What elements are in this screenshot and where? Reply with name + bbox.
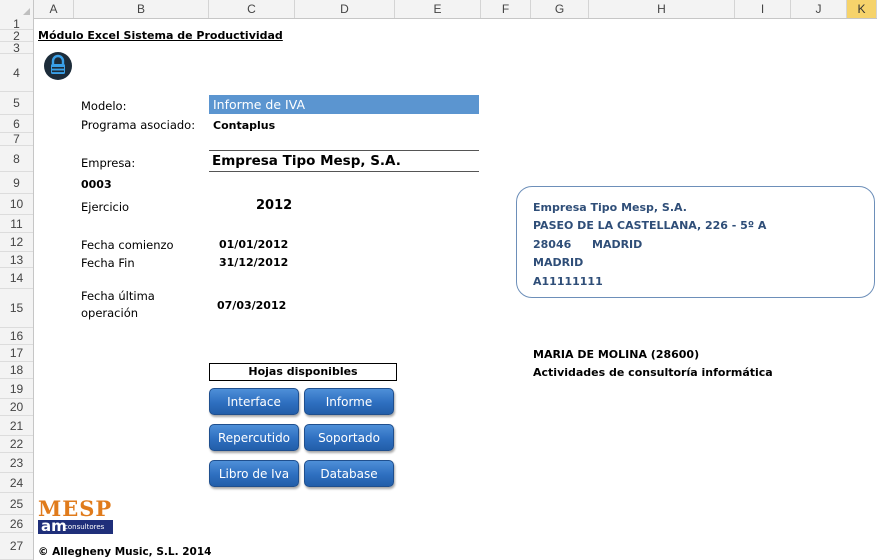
row-header[interactable]: 18 xyxy=(0,362,33,379)
fecha-ultima-label-line2: operación xyxy=(81,306,139,320)
ejercicio-value[interactable]: 2012 xyxy=(256,198,292,213)
company-nif: A11111111 xyxy=(533,275,603,288)
lock-icon[interactable] xyxy=(44,52,72,80)
company-street: MARIA DE MOLINA (28600) xyxy=(533,348,700,361)
row-header[interactable]: 3 xyxy=(0,42,33,54)
fecha-fin-value[interactable]: 31/12/2012 xyxy=(219,256,288,269)
company-activity: Actividades de consultoría informática xyxy=(533,366,773,379)
column-header-j[interactable]: J xyxy=(791,0,847,18)
row-header[interactable]: 6 xyxy=(0,115,33,133)
database-button[interactable]: Database xyxy=(304,460,394,487)
row-header[interactable]: 11 xyxy=(0,215,33,233)
row-header[interactable]: 12 xyxy=(0,233,33,252)
row-header[interactable]: 9 xyxy=(0,172,33,194)
row-header[interactable]: 16 xyxy=(0,328,33,345)
company-info-box[interactable]: Empresa Tipo Mesp, S.A. PASEO DE LA CAST… xyxy=(516,186,875,298)
empresa-value[interactable]: Empresa Tipo Mesp, S.A. xyxy=(209,150,479,172)
interface-button[interactable]: Interface xyxy=(209,388,299,415)
column-header-e[interactable]: E xyxy=(395,0,481,18)
row-header[interactable]: 22 xyxy=(0,436,33,453)
copyright-text: © Allegheny Music, S.L. 2014 xyxy=(38,546,212,558)
column-header-c[interactable]: C xyxy=(209,0,295,18)
company-address: PASEO DE LA CASTELLANA, 226 - 5º A xyxy=(533,219,767,232)
row-header[interactable]: 27 xyxy=(0,533,33,560)
fecha-fin-label: Fecha Fin xyxy=(81,256,135,270)
company-name: Empresa Tipo Mesp, S.A. xyxy=(533,201,687,214)
programa-label: Programa asociado: xyxy=(81,118,196,132)
company-province: MADRID xyxy=(533,256,584,269)
libro-de-iva-button[interactable]: Libro de Iva xyxy=(209,460,299,487)
column-header-a[interactable]: A xyxy=(34,0,74,18)
soportado-button[interactable]: Soportado xyxy=(304,424,394,451)
empresa-codigo[interactable]: 0003 xyxy=(81,178,112,191)
row-header[interactable]: 20 xyxy=(0,399,33,416)
row-header[interactable]: 4 xyxy=(0,54,33,92)
row-header[interactable]: 14 xyxy=(0,268,33,289)
row-header[interactable]: 25 xyxy=(0,493,33,515)
row-header[interactable]: 7 xyxy=(0,133,33,146)
company-postal-code: 28046 xyxy=(533,238,572,251)
row-header[interactable]: 5 xyxy=(0,92,33,115)
lock-icon-glyph xyxy=(51,54,65,74)
consultores-logo-text: consultores xyxy=(64,523,105,531)
column-header-f[interactable]: F xyxy=(481,0,531,18)
fecha-ultima-value[interactable]: 07/03/2012 xyxy=(217,299,286,312)
company-city: MADRID xyxy=(592,238,643,251)
row-header[interactable]: 8 xyxy=(0,146,33,172)
row-header[interactable]: 15 xyxy=(0,289,33,328)
row-header[interactable]: 23 xyxy=(0,453,33,473)
row-header[interactable]: 21 xyxy=(0,416,33,436)
column-header-bar: A B C D E F G H I J K xyxy=(0,0,877,19)
page-title: Módulo Excel Sistema de Productividad xyxy=(38,29,283,42)
column-header-d[interactable]: D xyxy=(295,0,395,18)
modelo-value[interactable]: Informe de IVA xyxy=(209,95,479,114)
column-header-k[interactable]: K xyxy=(847,0,877,18)
row-header[interactable]: 10 xyxy=(0,194,33,215)
repercutido-button[interactable]: Repercutido xyxy=(209,424,299,451)
programa-value[interactable]: Contaplus xyxy=(213,119,275,132)
row-header[interactable]: 24 xyxy=(0,473,33,493)
am-logo-text: am xyxy=(41,517,67,535)
fecha-comienzo-label: Fecha comienzo xyxy=(81,238,174,252)
fecha-comienzo-value[interactable]: 01/01/2012 xyxy=(219,238,288,251)
select-all-triangle-icon xyxy=(23,8,30,15)
modelo-label: Modelo: xyxy=(81,99,127,113)
column-header-g[interactable]: G xyxy=(531,0,589,18)
row-header[interactable]: 19 xyxy=(0,379,33,399)
empresa-label: Empresa: xyxy=(81,156,136,170)
row-header[interactable]: 26 xyxy=(0,515,33,533)
row-header[interactable]: 17 xyxy=(0,345,33,362)
mesp-logo: MESP am consultores xyxy=(38,496,113,536)
mesp-logo-bar: am consultores xyxy=(38,517,113,535)
ejercicio-label: Ejercicio xyxy=(81,200,130,214)
row-header[interactable]: 13 xyxy=(0,252,33,268)
select-all-corner[interactable] xyxy=(0,0,34,18)
column-header-h[interactable]: H xyxy=(589,0,735,18)
informe-button[interactable]: Informe xyxy=(304,388,394,415)
available-sheets-header: Hojas disponibles xyxy=(209,363,397,381)
row-header-bar: 1 2 3 4 5 6 7 8 9 10 11 12 13 14 15 16 1… xyxy=(0,18,34,560)
fecha-ultima-label-line1: Fecha última xyxy=(81,289,155,303)
column-header-i[interactable]: I xyxy=(735,0,791,18)
column-header-b[interactable]: B xyxy=(74,0,209,18)
